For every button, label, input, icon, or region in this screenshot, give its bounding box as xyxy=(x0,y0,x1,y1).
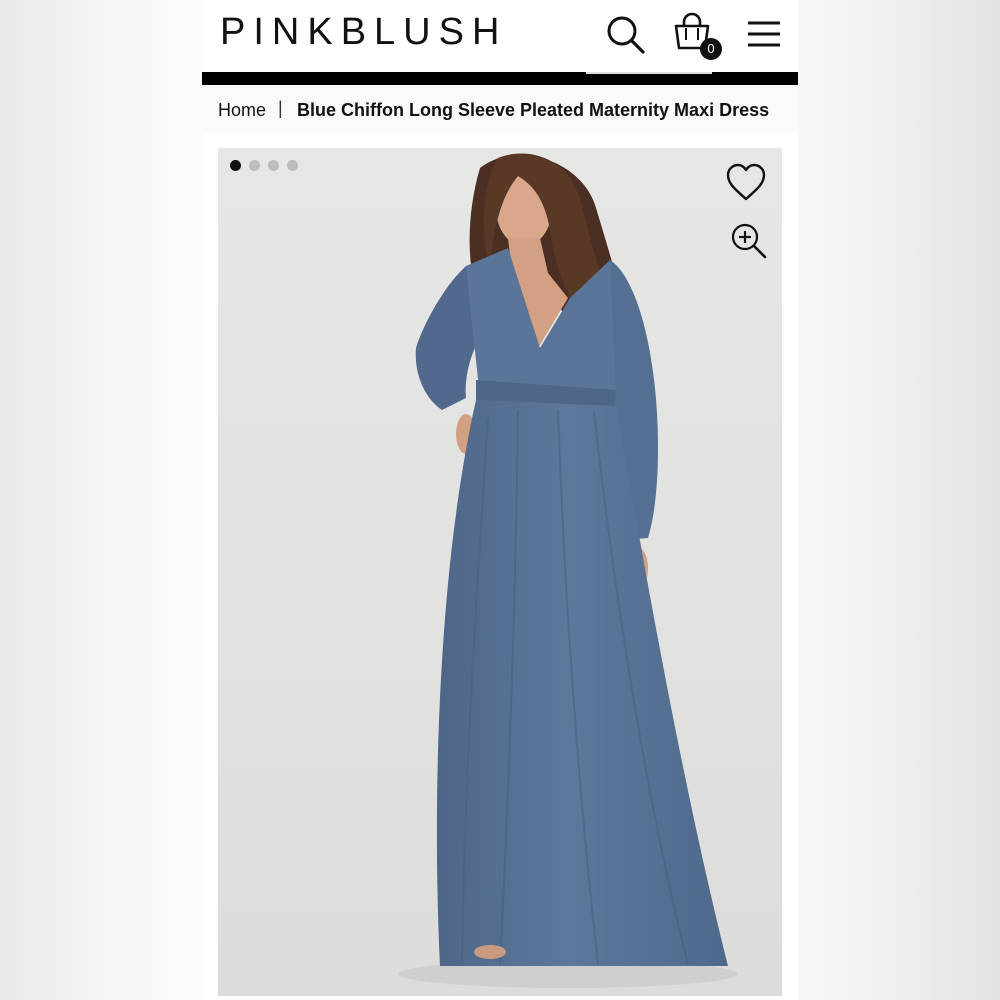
brand-logo[interactable]: PINKBLUSH xyxy=(220,10,507,54)
add-to-wishlist-button[interactable] xyxy=(724,162,768,204)
breadcrumb-separator: | xyxy=(278,98,283,118)
zoom-in-icon xyxy=(731,223,767,259)
cart-button[interactable]: 0 xyxy=(670,12,722,60)
zoom-button[interactable] xyxy=(730,222,768,260)
search-icon xyxy=(607,16,645,54)
product-image-gallery[interactable] xyxy=(218,148,782,996)
search-button[interactable] xyxy=(604,12,648,56)
breadcrumb-current-page: Blue Chiffon Long Sleeve Pleated Materni… xyxy=(297,100,770,120)
carousel-dot-3[interactable] xyxy=(268,160,279,171)
header-bar-accent xyxy=(586,72,712,74)
hamburger-menu-icon xyxy=(748,21,780,47)
breadcrumb-home-link[interactable]: Home xyxy=(218,100,266,121)
menu-button[interactable] xyxy=(742,12,786,56)
breadcrumb: Home | Blue Chiffon Long Sleeve Pleated … xyxy=(202,86,798,134)
carousel-dot-2[interactable] xyxy=(249,160,260,171)
heart-icon xyxy=(726,163,766,201)
site-header: PINKBLUSH 0 xyxy=(202,0,798,72)
carousel-dot-1[interactable] xyxy=(230,160,241,171)
mobile-page: PINKBLUSH 0 Home | Blue Chiffon Long Sle… xyxy=(202,0,798,1000)
carousel-indicator xyxy=(230,158,306,172)
cart-count-badge: 0 xyxy=(700,38,722,60)
carousel-dot-4[interactable] xyxy=(287,160,298,171)
product-photo xyxy=(398,153,738,988)
